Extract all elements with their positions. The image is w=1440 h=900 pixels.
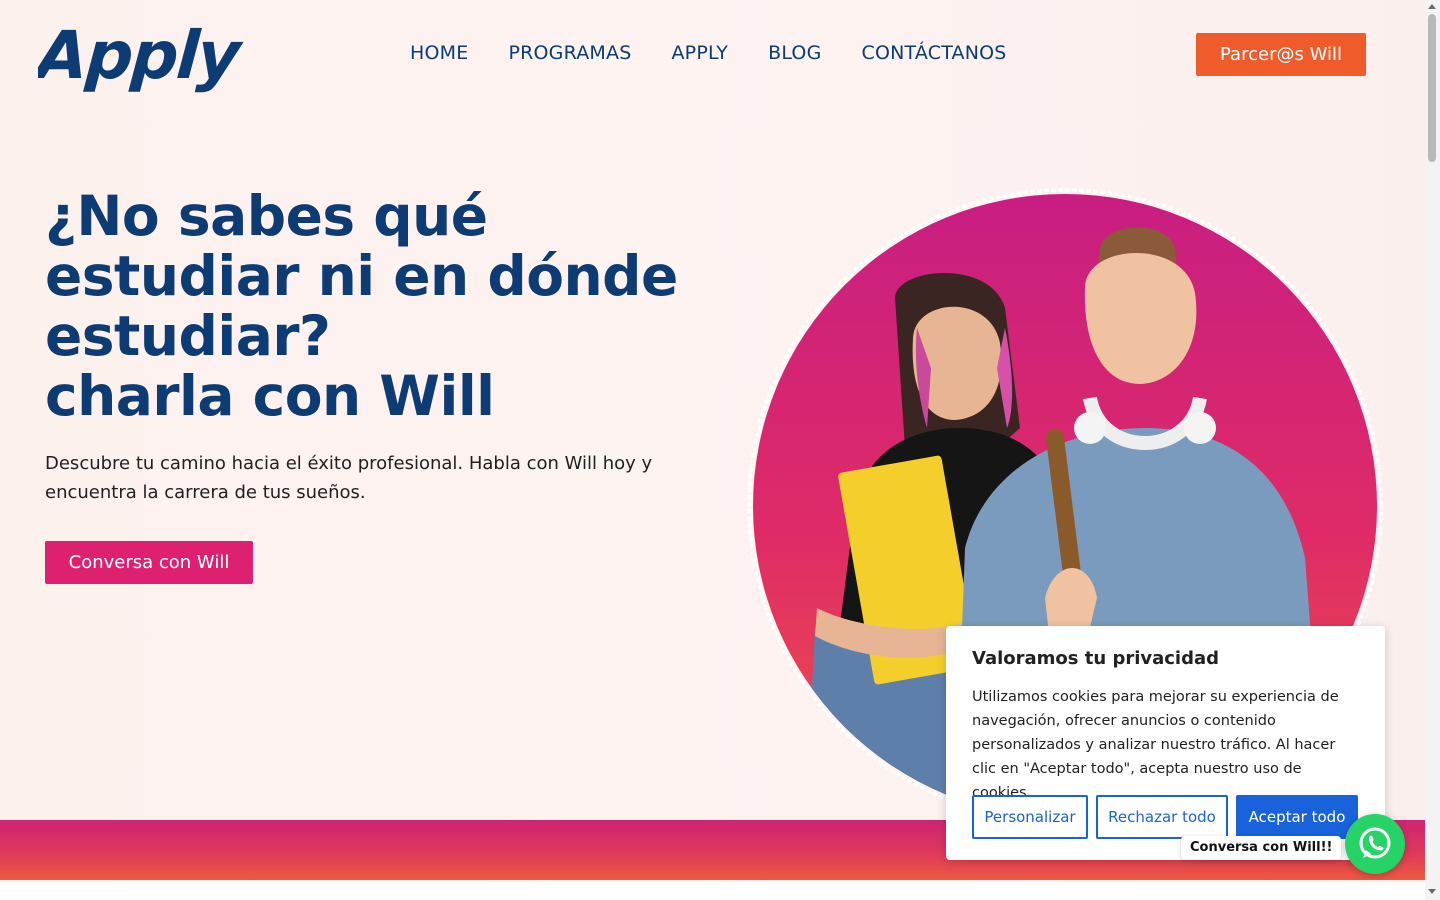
reject-all-button[interactable]: Rechazar todo (1096, 795, 1228, 839)
hero-title-line: charla con Will (45, 364, 495, 428)
page: Apply HOME PROGRAMAS APPLY BLOG CONTÁCTA… (0, 0, 1425, 900)
hero-subtitle: Descubre tu camino hacia el éxito profes… (45, 453, 653, 503)
scrollbar-thumb[interactable] (1428, 14, 1436, 162)
hero-title-line: estudiar ni en dónde (45, 244, 678, 308)
cookie-body: Utilizamos cookies para mejorar su exper… (972, 689, 1339, 801)
parceros-will-button[interactable]: Parcer@s Will (1196, 33, 1366, 76)
whatsapp-button[interactable] (1345, 814, 1405, 874)
cookie-consent-banner: Valoramos tu privacidad Utilizamos cooki… (946, 626, 1385, 860)
nav-contactanos[interactable]: CONTÁCTANOS (862, 42, 1007, 64)
page-bottom-edge (0, 882, 1425, 900)
conversa-con-will-button[interactable]: Conversa con Will (45, 541, 253, 584)
nav-home[interactable]: HOME (410, 42, 468, 64)
nav-blog[interactable]: BLOG (768, 42, 821, 64)
accept-all-button[interactable]: Aceptar todo (1236, 795, 1358, 839)
customize-button[interactable]: Personalizar (972, 795, 1088, 839)
vertical-scrollbar[interactable] (1425, 0, 1440, 900)
hero-title-line: estudiar? (45, 304, 331, 368)
scroll-down-arrow-icon[interactable] (1428, 889, 1436, 894)
whatsapp-icon (1359, 827, 1391, 859)
cookie-buttons: Personalizar Rechazar todo Aceptar todo (972, 795, 1358, 839)
whatsapp-label[interactable]: Conversa con Will!! (1181, 836, 1342, 860)
main-nav: HOME PROGRAMAS APPLY BLOG CONTÁCTANOS (410, 42, 1007, 64)
hero-title: ¿No sabes qué estudiar ni en dónde estud… (45, 186, 705, 426)
logo-text: Apply (38, 17, 246, 94)
nav-apply[interactable]: APPLY (671, 42, 728, 64)
scroll-up-arrow-icon[interactable] (1428, 4, 1436, 9)
hero-title-line: ¿No sabes qué (45, 184, 488, 248)
apply-logo[interactable]: Apply (38, 14, 258, 96)
nav-programas[interactable]: PROGRAMAS (508, 42, 631, 64)
cookie-title: Valoramos tu privacidad (972, 648, 1220, 669)
